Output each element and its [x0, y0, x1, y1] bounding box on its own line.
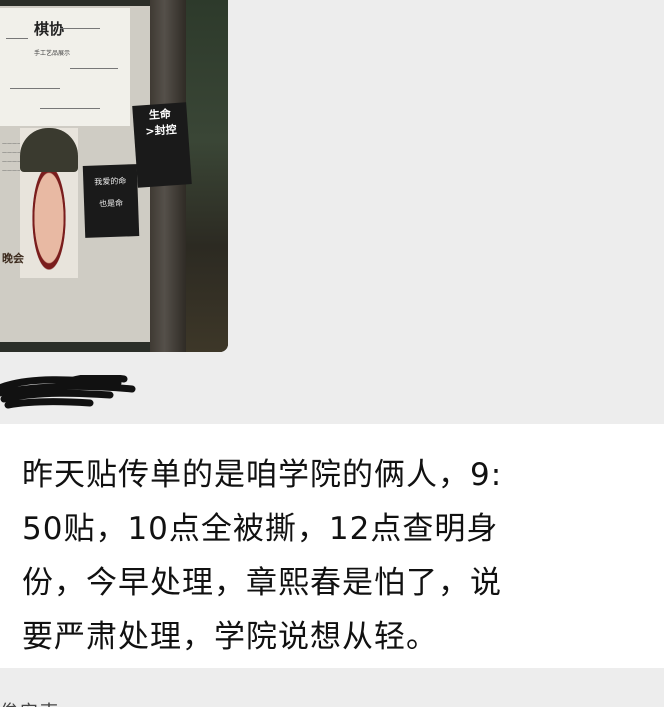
message-line: 要严肃处理，学院说想从轻。 [22, 619, 438, 655]
next-sender-name-text: 俊安南 [0, 698, 60, 707]
message-line: 昨天贴传单的是咱学院的俩人，9: [22, 457, 503, 493]
message-text: 昨天贴传单的是咱学院的俩人，9: 50贴，10点全被撕，12点查明身 份，今早处… [22, 448, 642, 664]
sticker-left-line-2: 也是命 [98, 198, 124, 209]
poster-subtitle: 手工艺品展示 [34, 50, 71, 57]
message-line: 份，今早处理，章熙春是怕了，说 [22, 565, 502, 601]
sticker-left: 我爱的命 也是命 [82, 164, 140, 238]
poster-top: 棋协 手工艺品展示 [0, 8, 130, 126]
text-message-bubble[interactable]: 昨天贴传单的是咱学院的俩人，9: 50贴，10点全被撕，12点查明身 份，今早处… [0, 424, 664, 668]
image-message[interactable]: 棋协 手工艺品展示 —————— —————— —————— —————— 晚会 我爱… [0, 0, 228, 352]
sticker-right-line-1: 生命 [148, 107, 172, 122]
message-line: 50贴，10点全被撕，12点查明身 [22, 511, 499, 547]
sticker-right: 生命 >封控 [132, 102, 192, 188]
poster-bottom-text: 晚会 [2, 252, 24, 265]
helmet-shape [20, 128, 78, 172]
background-foliage [186, 0, 228, 352]
sticker-left-line-1: 我爱的命 [94, 176, 127, 187]
redacted-name-scribble [0, 375, 136, 409]
poster-portrait [20, 128, 78, 278]
sticker-right-line-2: >封控 [144, 122, 178, 139]
next-sender-name: 俊安南 [0, 694, 90, 707]
